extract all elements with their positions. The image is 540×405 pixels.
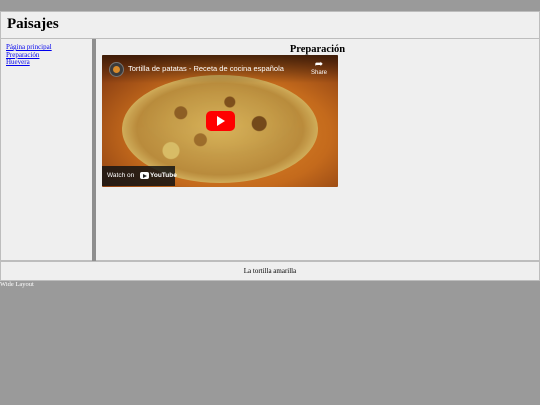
footer-text: La tortilla amarilla [243, 267, 297, 275]
youtube-wordmark: YouTube [150, 172, 177, 179]
share-button[interactable]: ➦ Share [310, 59, 328, 76]
share-arrow-icon: ➦ [314, 59, 324, 70]
channel-avatar-icon[interactable] [109, 62, 124, 77]
youtube-logo-icon [140, 172, 149, 179]
sidebar: Página principal Preparación Huevera [0, 39, 92, 261]
main-content: Preparación Tortilla de patatas - Receta… [96, 39, 540, 261]
page-header: Paisajes [0, 11, 540, 39]
video-title[interactable]: Tortilla de patatas - Receta de cocina e… [128, 64, 284, 73]
sidebar-nav: Página principal Preparación Huevera [1, 39, 92, 67]
play-icon[interactable] [206, 111, 235, 131]
page-footer: La tortilla amarilla [0, 261, 540, 281]
page-title: Paisajes [7, 16, 59, 32]
youtube-video-embed[interactable]: Tortilla de patatas - Receta de cocina e… [102, 55, 338, 187]
section-heading: Preparación [289, 44, 346, 55]
top-strip [0, 0, 540, 11]
sidebar-link-huevera[interactable]: Huevera [6, 58, 30, 67]
share-label: Share [310, 70, 327, 76]
wide-layout-link[interactable]: Wide Layout [0, 281, 34, 288]
watch-on-label: Watch on [107, 172, 135, 179]
watch-on-youtube-button[interactable]: Watch on YouTube [102, 166, 177, 186]
